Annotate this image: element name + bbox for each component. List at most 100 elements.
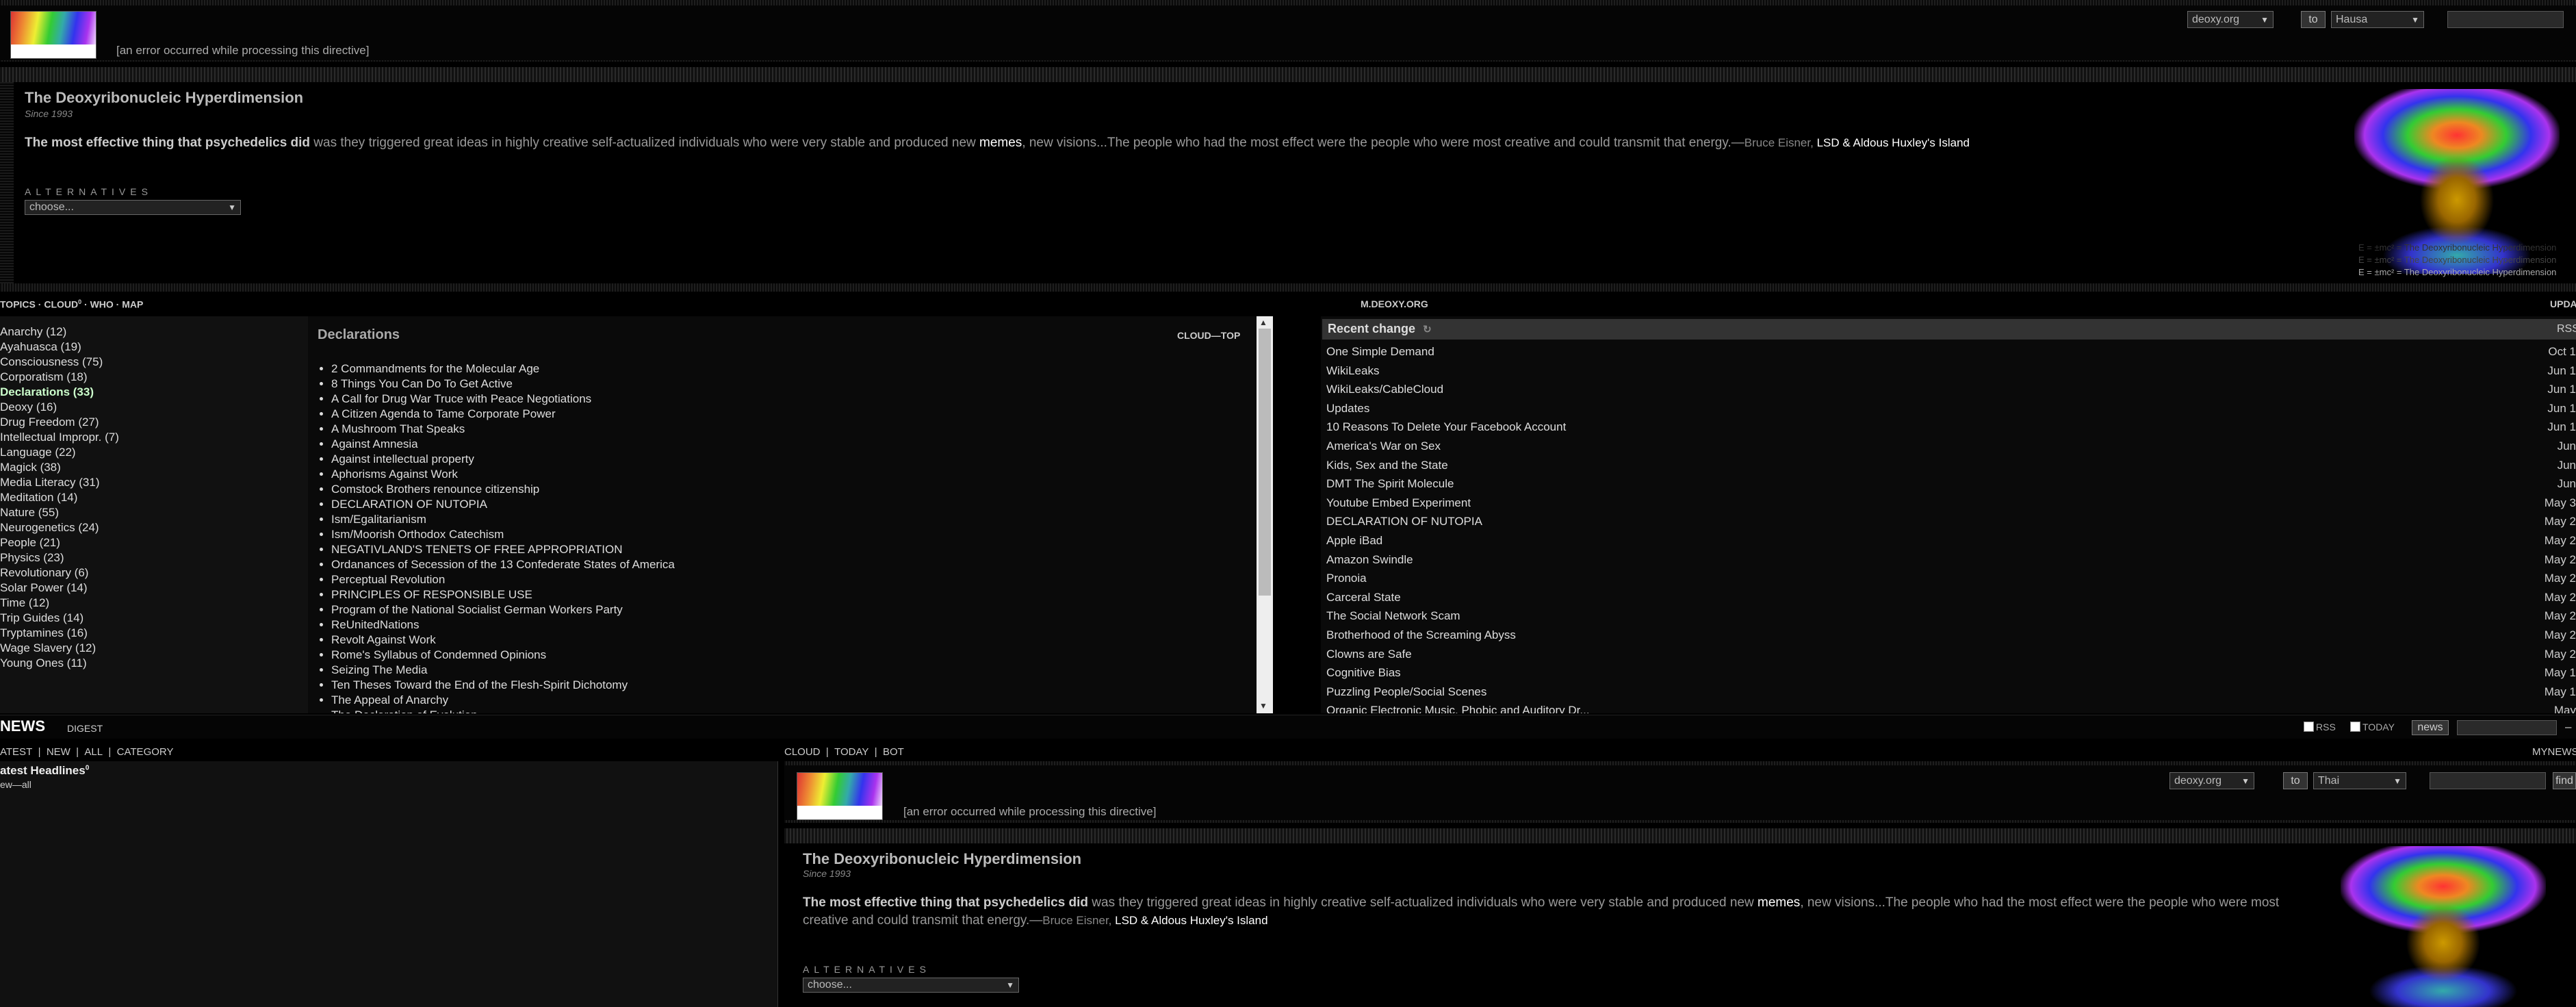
declaration-item[interactable]: Seizing The Media xyxy=(331,663,675,678)
topic-item[interactable]: Ayahuasca (19) xyxy=(0,340,119,355)
quote-book-link[interactable]: LSD & Aldous Huxley's Island xyxy=(1817,136,1970,149)
recent-change-link[interactable]: Amazon Swindle xyxy=(1326,553,1413,566)
declaration-item[interactable]: Perceptual Revolution xyxy=(331,572,675,587)
declaration-item[interactable]: PRINCIPLES OF RESPONSIBLE USE xyxy=(331,587,675,602)
news-digest[interactable]: DIGEST xyxy=(67,723,103,734)
recent-change-link[interactable]: DECLARATION OF NUTOPIA xyxy=(1326,515,1482,528)
topic-item[interactable]: Neurogenetics (24) xyxy=(0,520,119,535)
nav-topics[interactable]: TOPICS xyxy=(0,299,36,310)
declarations-cloud-top[interactable]: CLOUD—TOP xyxy=(1177,330,1240,341)
topic-item[interactable]: Drug Freedom (27) xyxy=(0,415,119,430)
embedded-quote-book-link[interactable]: LSD & Aldous Huxley's Island xyxy=(1115,914,1267,927)
nav-who[interactable]: WHO xyxy=(90,299,114,310)
embedded-translate-input[interactable] xyxy=(2430,772,2546,789)
topic-item[interactable]: Nature (55) xyxy=(0,505,119,520)
declaration-item[interactable]: Rome's Syllabus of Condemned Opinions xyxy=(331,648,675,663)
declaration-item[interactable]: NEGATIVLAND'S TENETS OF FREE APPROPRIATI… xyxy=(331,542,675,557)
site-logo[interactable] xyxy=(10,11,96,59)
topic-item[interactable]: Tryptamines (16) xyxy=(0,626,119,641)
topic-item[interactable]: Meditation (14) xyxy=(0,490,119,505)
embedded-to-button[interactable]: to xyxy=(2283,772,2308,789)
topic-item[interactable]: Deoxy (16) xyxy=(0,400,119,415)
language-select[interactable]: Hausa ▼ xyxy=(2331,11,2424,28)
nav-map[interactable]: MAP xyxy=(122,299,143,310)
topic-item[interactable]: Solar Power (14) xyxy=(0,581,119,596)
embedded-language-select[interactable]: Thai ▼ xyxy=(2313,772,2406,789)
recent-change-link[interactable]: Brotherhood of the Screaming Abyss xyxy=(1326,628,1516,641)
tab-cloud[interactable]: CLOUD xyxy=(784,746,821,758)
recent-change-link[interactable]: Updates xyxy=(1326,402,1369,415)
declaration-item[interactable]: Aphorisms Against Work xyxy=(331,467,675,482)
nav-cloud[interactable]: CLOUD xyxy=(44,299,78,310)
tab-today[interactable]: TODAY xyxy=(834,746,868,758)
recent-change-link[interactable]: Youtube Embed Experiment xyxy=(1326,496,1471,509)
embedded-alternatives-select[interactable]: choose... ▼ xyxy=(803,978,1019,993)
declaration-item[interactable]: Ordanances of Secession of the 13 Confed… xyxy=(331,557,675,572)
recent-change-link[interactable]: Organic Electronic Music, Phobic and Aud… xyxy=(1326,704,1590,713)
declaration-item[interactable]: Revolt Against Work xyxy=(331,633,675,648)
declaration-item[interactable]: A Call for Drug War Truce with Peace Neg… xyxy=(331,392,675,407)
declaration-item[interactable]: Against intellectual property xyxy=(331,452,675,467)
declaration-item[interactable]: Program of the National Socialist German… xyxy=(331,602,675,617)
recent-change-link[interactable]: Kids, Sex and the State xyxy=(1326,459,1448,472)
tab-bot[interactable]: BOT xyxy=(883,746,904,758)
declaration-item[interactable]: Ism/Egalitarianism xyxy=(331,512,675,527)
topic-item[interactable]: People (21) xyxy=(0,535,119,550)
recent-change-link[interactable]: One Simple Demand xyxy=(1326,345,1434,358)
declaration-item[interactable]: Ism/Moorish Orthodox Catechism xyxy=(331,527,675,542)
news-search-input[interactable] xyxy=(2457,720,2557,735)
translate-input[interactable] xyxy=(2447,11,2564,28)
topic-item[interactable]: Revolutionary (6) xyxy=(0,565,119,581)
recent-change-link[interactable]: Carceral State xyxy=(1326,591,1401,604)
topic-item[interactable]: Time (12) xyxy=(0,596,119,611)
declaration-item[interactable]: Ten Theses Toward the End of the Flesh-S… xyxy=(331,678,675,693)
recent-change-link[interactable]: America's War on Sex xyxy=(1326,439,1441,452)
declaration-item[interactable]: Comstock Brothers renounce citizenship xyxy=(331,482,675,497)
tab-latest[interactable]: ATEST xyxy=(0,746,32,758)
embedded-site-select[interactable]: deoxy.org ▼ xyxy=(2169,772,2254,789)
to-button[interactable]: to xyxy=(2301,11,2326,28)
recent-change-link[interactable]: Apple iBad xyxy=(1326,534,1382,547)
topic-item[interactable]: Consciousness (75) xyxy=(0,355,119,370)
nav-updates[interactable]: UPDA xyxy=(2550,298,2576,309)
topic-item[interactable]: Young Ones (11) xyxy=(0,656,119,671)
topic-item[interactable]: Media Literacy (31) xyxy=(0,475,119,490)
recent-change-link[interactable]: Cognitive Bias xyxy=(1326,666,1401,679)
topic-item[interactable]: Magick (38) xyxy=(0,460,119,475)
scroll-up-icon[interactable]: ▲ xyxy=(1259,318,1267,327)
embedded-quote-author[interactable]: Bruce Eisner, xyxy=(1042,914,1115,927)
recent-change-link[interactable]: 10 Reasons To Delete Your Facebook Accou… xyxy=(1326,420,1566,433)
new-all-link[interactable]: ew—all xyxy=(0,779,31,790)
declaration-item[interactable]: A Mushroom That Speaks xyxy=(331,422,675,437)
declaration-item[interactable]: A Citizen Agenda to Tame Corporate Power xyxy=(331,407,675,422)
recent-change-link[interactable]: Pronoia xyxy=(1326,572,1367,585)
declaration-item[interactable]: The Declaration of Evolution xyxy=(331,708,675,713)
declaration-item[interactable]: ReUnitedNations xyxy=(331,617,675,633)
declaration-item[interactable]: DECLARATION OF NUTOPIA xyxy=(331,497,675,512)
tab-all[interactable]: ALL xyxy=(84,746,103,758)
declaration-item[interactable]: 8 Things You Can Do To Get Active xyxy=(331,377,675,392)
embedded-find-button[interactable]: find xyxy=(2553,772,2576,789)
nav-mdeoxy[interactable]: M.DEOXY.ORG xyxy=(1361,298,1428,309)
tab-new[interactable]: NEW xyxy=(47,746,70,758)
declarations-scroll-thumb[interactable] xyxy=(1259,329,1271,596)
today-checkbox[interactable] xyxy=(2350,722,2360,732)
declaration-item[interactable]: Against Amnesia xyxy=(331,437,675,452)
declaration-item[interactable]: The Appeal of Anarchy xyxy=(331,693,675,708)
tab-category[interactable]: CATEGORY xyxy=(117,746,174,758)
scroll-down-icon[interactable]: ▼ xyxy=(1259,701,1267,711)
recent-change-link[interactable]: The Social Network Scam xyxy=(1326,609,1460,622)
news-button[interactable]: news xyxy=(2412,720,2449,735)
topic-item[interactable]: Trip Guides (14) xyxy=(0,611,119,626)
embedded-logo[interactable] xyxy=(797,772,883,820)
topic-item[interactable]: Intellectual Impropr. (7) xyxy=(0,430,119,445)
topic-item[interactable]: Physics (23) xyxy=(0,550,119,565)
rss-checkbox[interactable] xyxy=(2304,722,2314,732)
recent-change-link[interactable]: Puzzling People/Social Scenes xyxy=(1326,685,1486,698)
refresh-icon[interactable]: ↻ xyxy=(1423,324,1432,335)
alternatives-select[interactable]: choose... ▼ xyxy=(25,200,241,215)
recent-change-link[interactable]: Clowns are Safe xyxy=(1326,648,1412,661)
recent-change-link[interactable]: DMT The Spirit Molecule xyxy=(1326,477,1454,490)
declaration-item[interactable]: 2 Commandments for the Molecular Age xyxy=(331,361,675,377)
mynews-link[interactable]: MYNEWS xyxy=(2532,746,2576,758)
